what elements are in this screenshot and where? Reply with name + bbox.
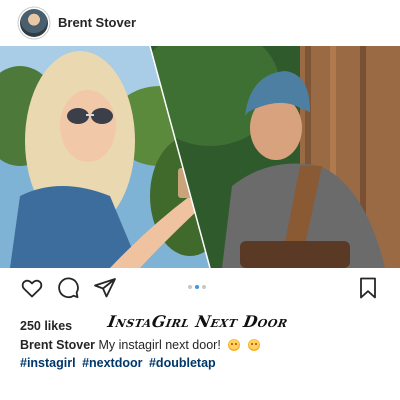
- caption-username[interactable]: Brent Stover: [20, 338, 95, 352]
- heart-eyes-emoji-icon: [247, 339, 260, 351]
- photo-collage-image: [0, 46, 400, 268]
- carousel-dot: [202, 285, 206, 289]
- bookmark-icon[interactable]: [356, 276, 380, 300]
- carousel-dot: [188, 285, 192, 289]
- overlay-title-text: InstaGirl Next Door: [106, 312, 290, 331]
- avatar[interactable]: [20, 9, 48, 37]
- hashtag-link[interactable]: #nextdoor: [82, 356, 142, 370]
- hashtag-list: #instagirl #nextdoor #doubletap: [20, 356, 219, 370]
- post-username[interactable]: Brent Stover: [58, 15, 136, 30]
- post-photo[interactable]: [0, 46, 400, 268]
- carousel-indicator: [188, 283, 212, 291]
- post-header: Brent Stover: [0, 0, 400, 46]
- hashtag-link[interactable]: #instagirl: [20, 356, 76, 370]
- like-count[interactable]: 250 likes: [20, 319, 72, 333]
- hashtag-link[interactable]: #doubletap: [149, 356, 216, 370]
- paper-plane-icon[interactable]: [93, 276, 117, 300]
- heart-eyes-emoji-icon: [228, 339, 241, 351]
- heart-icon[interactable]: [20, 276, 44, 300]
- caption-text: My instagirl next door!: [98, 338, 221, 352]
- carousel-dot-active: [195, 285, 199, 289]
- caption: Brent Stover My instagirl next door!: [20, 338, 260, 352]
- comment-bubble-icon[interactable]: [56, 276, 80, 300]
